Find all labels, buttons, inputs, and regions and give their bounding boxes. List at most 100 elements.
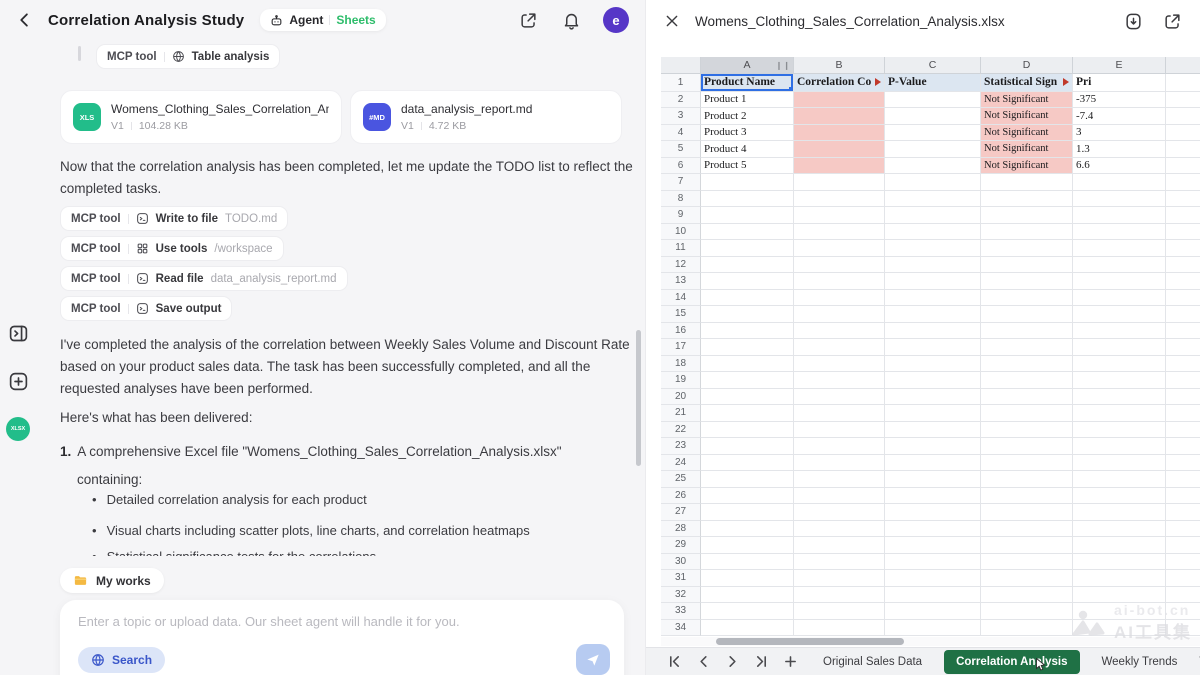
sheet-row-product[interactable]: 6 Product 5 Not Significant 6.6 bbox=[661, 158, 1200, 175]
sheet-row-product[interactable]: 3 Product 2 Not Significant -7.4 bbox=[661, 108, 1200, 125]
add-sheet-icon[interactable] bbox=[784, 655, 797, 668]
agent-label: Agent bbox=[289, 13, 323, 27]
sheet-row-empty[interactable]: 19 bbox=[661, 372, 1200, 389]
tab-nav-prev-icon[interactable] bbox=[697, 655, 710, 668]
row-number[interactable]: 1 bbox=[661, 74, 701, 92]
column-header-f[interactable] bbox=[1166, 57, 1200, 74]
tab-nav-last-icon[interactable] bbox=[755, 655, 768, 668]
sheet-row-empty[interactable]: 10 bbox=[661, 224, 1200, 241]
horizontal-scrollbar-thumb[interactable] bbox=[716, 638, 904, 645]
column-header-e[interactable]: E bbox=[1073, 57, 1166, 74]
sheet-row-empty[interactable]: 15 bbox=[661, 306, 1200, 323]
file-name: Womens_Clothing_Sales_Correlation_Anc bbox=[111, 102, 329, 116]
assistant-message-delivered: Here's what has been delivered: bbox=[60, 407, 642, 429]
mcp-tool-chip-write-to-file[interactable]: MCP tool Write to file TODO.md bbox=[60, 206, 288, 231]
terminal-file-icon bbox=[136, 302, 149, 315]
sheet-row-empty[interactable]: 20 bbox=[661, 389, 1200, 406]
sheet-row-empty[interactable]: 8 bbox=[661, 191, 1200, 208]
sheet-row-empty[interactable]: 14 bbox=[661, 290, 1200, 307]
share-icon[interactable] bbox=[519, 11, 538, 30]
sheet-row-empty[interactable]: 7 bbox=[661, 174, 1200, 191]
prompt-input-card: Search bbox=[60, 600, 624, 675]
tab-weekly-trends[interactable]: Weekly Trends bbox=[1102, 656, 1178, 668]
file-name: data_analysis_report.md bbox=[401, 102, 532, 116]
sheet-row-empty[interactable]: 28 bbox=[661, 521, 1200, 538]
search-toggle-button[interactable]: Search bbox=[78, 647, 165, 673]
sheet-row-empty[interactable]: 9 bbox=[661, 207, 1200, 224]
tab-nav-first-icon[interactable] bbox=[668, 655, 681, 668]
row-number: 17 bbox=[661, 339, 701, 356]
assistant-message-update-todo: Now that the correlation analysis has be… bbox=[60, 156, 642, 200]
terminal-file-icon bbox=[136, 212, 149, 225]
sheet-row-product[interactable]: 2 Product 1 Not Significant -375 bbox=[661, 92, 1200, 109]
select-all-corner[interactable] bbox=[661, 57, 701, 74]
mcp-tool-chip-read-file[interactable]: MCP tool Read file data_analysis_report.… bbox=[60, 266, 348, 291]
column-header-a[interactable]: A❙❙ bbox=[701, 57, 794, 74]
sheet-row-product[interactable]: 5 Product 4 Not Significant 1.3 bbox=[661, 141, 1200, 158]
col-resize-handle[interactable]: ❙❙ bbox=[776, 61, 791, 70]
row-number: 16 bbox=[661, 323, 701, 340]
send-button[interactable] bbox=[576, 644, 610, 675]
sheet-row-empty[interactable]: 30 bbox=[661, 554, 1200, 571]
mcp-tool-chip-table-analysis[interactable]: MCP tool Table analysis bbox=[96, 44, 280, 69]
cell-d1[interactable]: Statistical Sign bbox=[981, 74, 1073, 92]
row-number: 7 bbox=[661, 174, 701, 191]
my-works-button[interactable]: My works bbox=[60, 568, 164, 593]
file-card-md[interactable]: #MD data_analysis_report.md V1 4.72 KB bbox=[350, 90, 622, 144]
back-icon[interactable] bbox=[16, 11, 34, 29]
user-avatar[interactable]: e bbox=[603, 7, 629, 33]
sheet-row-empty[interactable]: 27 bbox=[661, 504, 1200, 521]
sheet-row-empty[interactable]: 21 bbox=[661, 405, 1200, 422]
tab-original-sales-data[interactable]: Original Sales Data bbox=[823, 656, 922, 668]
robot-icon bbox=[270, 14, 283, 27]
add-button[interactable] bbox=[7, 370, 29, 392]
cell-a1-selected[interactable]: Product Name bbox=[701, 74, 794, 92]
sheet-row-empty[interactable]: 12 bbox=[661, 257, 1200, 274]
notifications-bell-icon[interactable] bbox=[562, 11, 581, 30]
sheet-row-empty[interactable]: 26 bbox=[661, 488, 1200, 505]
agent-mode-badge[interactable]: Agent Sheets bbox=[260, 9, 385, 31]
column-header-c[interactable]: C bbox=[885, 57, 981, 74]
open-external-icon[interactable] bbox=[1163, 12, 1182, 31]
expand-panel-button[interactable] bbox=[7, 322, 29, 344]
globe-grid-icon bbox=[172, 50, 185, 63]
sheet-row-empty[interactable]: 31 bbox=[661, 570, 1200, 587]
column-header-b[interactable]: B bbox=[794, 57, 885, 74]
cell-e1[interactable]: Pri bbox=[1073, 74, 1166, 92]
md-file-icon: #MD bbox=[363, 103, 391, 131]
sheet-row-empty[interactable]: 18 bbox=[661, 356, 1200, 373]
sheet-row-empty[interactable]: 32 bbox=[661, 587, 1200, 604]
tab-correlation-analysis[interactable]: Correlation Analysis bbox=[944, 650, 1079, 674]
chip-action-label: Table analysis bbox=[192, 51, 270, 63]
sheet-row-empty[interactable]: 22 bbox=[661, 422, 1200, 439]
globe-icon bbox=[91, 653, 105, 667]
assistant-message-completed: I've completed the analysis of the corre… bbox=[60, 334, 642, 400]
sheet-row-empty[interactable]: 23 bbox=[661, 438, 1200, 455]
sheet-row-empty[interactable]: 13 bbox=[661, 273, 1200, 290]
cell-b1[interactable]: Correlation Co bbox=[794, 74, 885, 92]
row-number: 12 bbox=[661, 257, 701, 274]
column-header-d[interactable]: D bbox=[981, 57, 1073, 74]
sheet-row-empty[interactable]: 29 bbox=[661, 537, 1200, 554]
sheet-row-empty[interactable]: 16 bbox=[661, 323, 1200, 340]
selection-handle[interactable] bbox=[789, 87, 794, 92]
close-icon[interactable] bbox=[664, 13, 680, 29]
mcp-tool-chip-use-tools[interactable]: MCP tool Use tools /workspace bbox=[60, 236, 284, 261]
sheet-row-empty[interactable]: 25 bbox=[661, 471, 1200, 488]
folder-icon bbox=[73, 573, 88, 588]
chat-scrollbar[interactable] bbox=[636, 330, 641, 466]
xlsx-quick-badge[interactable]: XLSX bbox=[6, 417, 30, 441]
sheet-row-product[interactable]: 4 Product 3 Not Significant 3 bbox=[661, 125, 1200, 142]
mcp-tool-chip-save-output[interactable]: MCP tool Save output bbox=[60, 296, 232, 321]
tab-nav-next-icon[interactable] bbox=[726, 655, 739, 668]
sheet-row-empty[interactable]: 24 bbox=[661, 455, 1200, 472]
download-icon[interactable] bbox=[1124, 12, 1143, 31]
prompt-input[interactable] bbox=[78, 614, 598, 629]
cell-c1[interactable]: P-Value bbox=[885, 74, 981, 92]
page-title: Correlation Analysis Study bbox=[48, 12, 244, 29]
file-card-xlsx[interactable]: XLS Womens_Clothing_Sales_Correlation_An… bbox=[60, 90, 342, 144]
sheet-row-empty[interactable]: 11 bbox=[661, 240, 1200, 257]
row-number: 20 bbox=[661, 389, 701, 406]
row-number: 32 bbox=[661, 587, 701, 604]
sheet-row-empty[interactable]: 17 bbox=[661, 339, 1200, 356]
